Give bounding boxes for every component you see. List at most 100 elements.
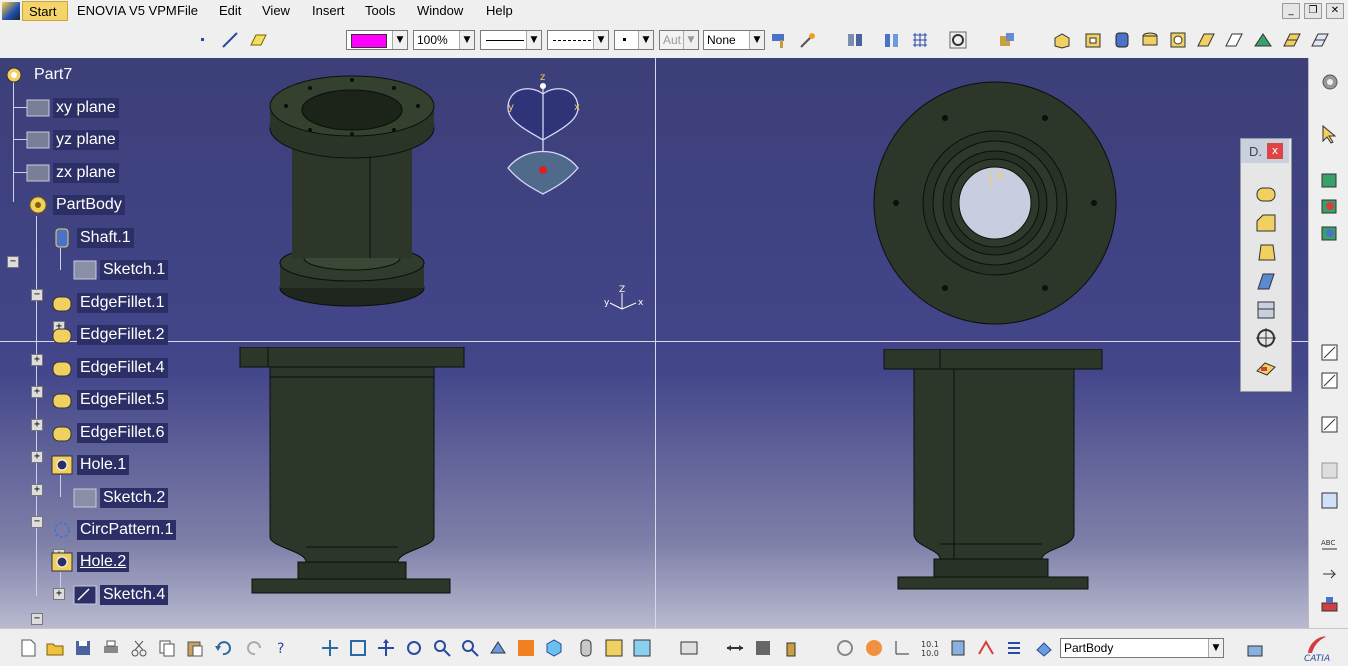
apply-material-icon[interactable] (1319, 594, 1341, 614)
collapse-shaft-icon[interactable]: − (31, 289, 43, 301)
rotate-icon[interactable] (404, 638, 424, 658)
layer-select[interactable]: None ▼ (703, 30, 765, 50)
pad-icon[interactable] (1052, 30, 1072, 50)
dress-up-features-toolbar[interactable]: D. x (1240, 138, 1292, 392)
restore-icon[interactable]: ❐ (1304, 3, 1322, 19)
zoom-out-icon[interactable] (460, 638, 480, 658)
hand-icon[interactable] (864, 638, 884, 658)
redo-icon[interactable] (245, 638, 265, 658)
iso-view-icon[interactable] (544, 638, 564, 658)
save-icon[interactable] (73, 638, 93, 658)
measure-inertia-icon[interactable] (976, 638, 996, 658)
part-design-icon[interactable] (997, 30, 1017, 50)
measure-item-icon[interactable] (948, 638, 968, 658)
menu-window[interactable]: Window (417, 3, 463, 18)
instant-measure-icon[interactable] (835, 638, 855, 658)
expand-edgefillet1-icon[interactable]: + (31, 354, 43, 366)
chamfer-icon[interactable] (1255, 213, 1277, 235)
side-view-right[interactable] (882, 349, 1107, 594)
menu-view[interactable]: View (262, 3, 290, 18)
thread-icon[interactable] (1255, 327, 1277, 349)
menu-tools[interactable]: Tools (365, 3, 395, 18)
menu-edit[interactable]: Edit (219, 3, 241, 18)
update-icon[interactable] (679, 638, 699, 658)
thickness-icon[interactable] (1255, 299, 1277, 321)
boolean-add-icon[interactable] (1319, 170, 1341, 190)
close-icon[interactable]: ✕ (1326, 3, 1344, 19)
menu-file[interactable]: File (177, 3, 198, 18)
remove-face-icon[interactable] (1255, 357, 1277, 379)
stiffener-icon[interactable] (1253, 30, 1273, 50)
shading-icon[interactable] (576, 638, 596, 658)
positioned-sketch-icon[interactable] (1319, 370, 1341, 390)
point-symbol-select[interactable]: ▼ (614, 30, 654, 50)
sketcher-icon[interactable] (1319, 342, 1341, 362)
define-in-work-object-icon[interactable] (1034, 638, 1054, 658)
multi-view-icon[interactable] (516, 638, 536, 658)
draft-icon[interactable] (1255, 242, 1277, 264)
expand-edgefillet5-icon[interactable]: + (31, 451, 43, 463)
tools-options-icon[interactable] (882, 30, 902, 50)
measure-between-icon[interactable]: 10.110.0 (920, 638, 940, 658)
linetype-select[interactable]: ▼ (480, 30, 542, 50)
fit-all-in-icon[interactable] (348, 638, 368, 658)
select-arrow-icon[interactable] (1319, 124, 1341, 144)
bottle-icon[interactable] (781, 638, 801, 658)
open-folder-icon[interactable] (45, 638, 65, 658)
line-dash-select[interactable]: ▼ (547, 30, 609, 50)
normal-view-icon[interactable] (488, 638, 508, 658)
multi-section-solid-icon[interactable] (1282, 30, 1302, 50)
isometric-part-view[interactable] (262, 68, 442, 308)
axis-system-icon[interactable] (753, 638, 773, 658)
sketch-analysis-icon[interactable] (1319, 414, 1341, 434)
swap-space-icon[interactable] (632, 638, 652, 658)
fit-all-icon[interactable] (948, 30, 968, 50)
help-icon[interactable]: ? (273, 638, 293, 658)
copy-icon[interactable] (157, 638, 177, 658)
constraints-dialog-icon[interactable] (725, 638, 745, 658)
compass[interactable]: z y x (500, 70, 590, 200)
gear-icon[interactable] (1319, 72, 1341, 92)
fly-mode-icon[interactable] (320, 638, 340, 658)
constraint-icon[interactable] (1319, 460, 1341, 480)
print-icon[interactable] (101, 638, 121, 658)
expand-edgefillet2-icon[interactable]: + (31, 386, 43, 398)
text-annotation-icon[interactable]: ABC (1319, 533, 1341, 553)
current-body-select[interactable]: PartBody ▼ (1060, 638, 1224, 658)
catalog-icon[interactable] (845, 30, 865, 50)
pan-icon[interactable] (376, 638, 396, 658)
thickness-select[interactable]: Aut ▼ (659, 30, 699, 50)
groove-icon[interactable] (1140, 30, 1160, 50)
boolean-remove-icon[interactable] (1319, 196, 1341, 216)
collapse-hole2-icon[interactable]: − (31, 613, 43, 625)
line-icon[interactable] (220, 30, 240, 50)
magic-wand-icon[interactable] (798, 30, 818, 50)
top-view-part[interactable]: V (870, 78, 1120, 328)
side-view-left[interactable] (238, 347, 468, 597)
slot-icon[interactable] (1224, 30, 1244, 50)
plane-icon[interactable] (248, 30, 268, 50)
rib-icon[interactable] (1196, 30, 1216, 50)
zoom-in-icon[interactable] (432, 638, 452, 658)
grid-icon[interactable] (910, 30, 930, 50)
flag-note-icon[interactable] (1319, 564, 1341, 584)
boolean-intersect-icon[interactable] (1319, 223, 1341, 243)
floating-toolbar-titlebar[interactable]: D. x (1241, 139, 1289, 163)
cut-icon[interactable] (129, 638, 149, 658)
list-icon[interactable] (1004, 638, 1024, 658)
fill-color-select[interactable]: ▼ (346, 30, 408, 50)
axis-icon[interactable] (892, 638, 912, 658)
menu-enovia[interactable]: ENOVIA V5 VPM (77, 3, 177, 18)
3d-viewport[interactable]: z y x Z y x V Part7 xy plane yz plane zx… (0, 58, 1308, 628)
expand-sketch4-icon[interactable]: + (53, 588, 65, 600)
collapse-hole1-icon[interactable]: − (31, 516, 43, 528)
start-menu-button[interactable]: Start (22, 1, 68, 21)
minimize-icon[interactable]: _ (1282, 3, 1300, 19)
hide-show-icon[interactable] (604, 638, 624, 658)
removed-multi-section-icon[interactable] (1310, 30, 1330, 50)
paste-icon[interactable] (185, 638, 205, 658)
expand-edgefillet4-icon[interactable]: + (31, 419, 43, 431)
catia-app-icon[interactable] (2, 2, 20, 20)
close-icon[interactable]: x (1267, 143, 1283, 159)
edge-fillet-icon[interactable] (1255, 183, 1277, 205)
